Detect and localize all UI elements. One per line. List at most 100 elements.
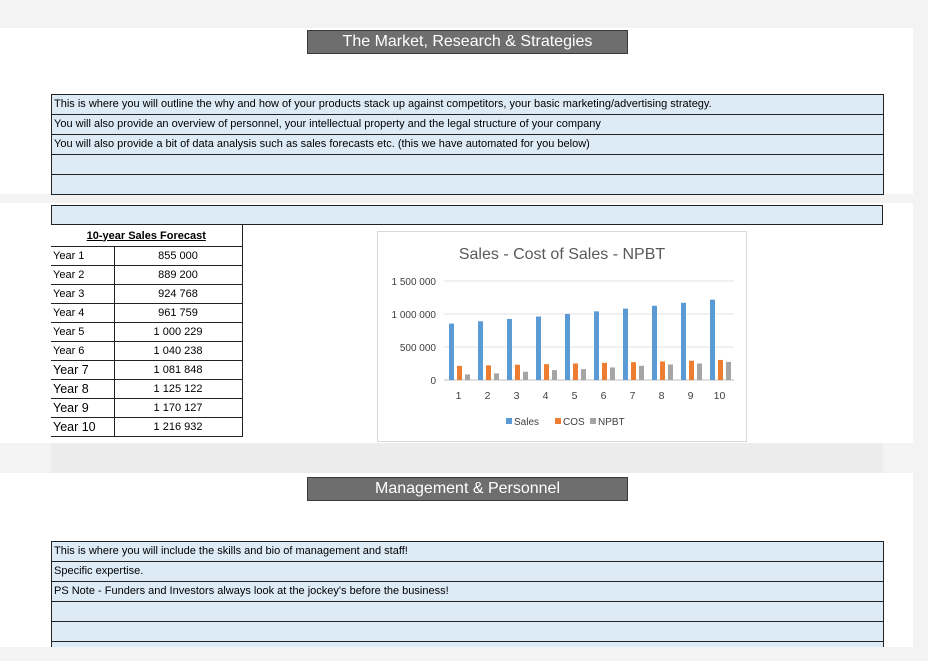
bar-sales <box>565 313 570 380</box>
y-tick-label: 0 <box>430 376 436 387</box>
year-label[interactable]: Year 4 <box>51 303 115 323</box>
y-tick-label: 1 000 000 <box>392 310 437 321</box>
bar-sales <box>623 308 628 380</box>
bar-sales <box>507 318 512 380</box>
management-note-row[interactable]: This is where you will include the skill… <box>52 542 883 562</box>
table-row: Year 71 081 848 <box>51 360 243 380</box>
sales-forecast-table: 10-year Sales Forecast Year 1 855 000 Yea… <box>51 225 243 437</box>
year-label[interactable]: Year 10 <box>51 417 115 437</box>
bar-sales <box>478 321 483 380</box>
market-note-row[interactable]: You will also provide an overview of per… <box>52 115 883 135</box>
forecast-value[interactable]: 1 040 238 <box>113 341 243 361</box>
y-tick-label: 500 000 <box>400 343 437 354</box>
table-row: Year 61 040 238 <box>51 341 243 361</box>
year-label[interactable]: Year 8 <box>51 379 115 399</box>
x-tick-label: 5 <box>572 390 578 402</box>
bar-sales <box>536 316 541 380</box>
year-label[interactable]: Year 9 <box>51 398 115 418</box>
table-row: Year 2 889 200 <box>51 265 243 285</box>
x-tick-label: 1 <box>456 390 462 402</box>
bar-cos <box>544 364 549 380</box>
section-title-management: Management & Personnel <box>307 477 628 501</box>
forecast-value[interactable]: 1 125 122 <box>113 379 243 399</box>
bar-cos <box>660 361 665 380</box>
legend-label: NPBT <box>598 417 625 428</box>
bar-cos <box>602 362 607 380</box>
bar-npbt <box>668 364 673 380</box>
forecast-header: 10-year Sales Forecast <box>51 225 243 247</box>
year-label[interactable]: Year 7 <box>51 360 115 380</box>
forecast-value[interactable]: 1 000 229 <box>113 322 243 342</box>
market-notes-box: This is where you will outline the why a… <box>51 94 884 195</box>
sales-chart-svg: Sales - Cost of Sales - NPBT 0 500 000 1 0… <box>392 246 734 428</box>
forecast-value[interactable]: 1 216 932 <box>113 417 243 437</box>
x-tick-label: 8 <box>659 390 665 402</box>
forecast-value[interactable]: 855 000 <box>113 246 243 266</box>
year-label[interactable]: Year 5 <box>51 322 115 342</box>
bar-npbt <box>639 365 644 380</box>
market-note-row[interactable] <box>52 175 883 195</box>
x-tick-label: 3 <box>514 390 520 402</box>
legend-swatch-sales <box>506 418 512 424</box>
market-note-row[interactable] <box>52 155 883 175</box>
bar-cos <box>515 364 520 380</box>
management-note-row[interactable] <box>52 622 883 642</box>
bar-npbt <box>610 367 615 380</box>
sales-chart[interactable]: Sales - Cost of Sales - NPBT 0 500 000 1 0… <box>377 231 747 442</box>
y-tick-label: 1 500 000 <box>392 277 437 288</box>
year-label[interactable]: Year 1 <box>51 246 115 266</box>
forecast-value[interactable]: 924 768 <box>113 284 243 304</box>
legend-swatch-npbt <box>590 418 596 424</box>
x-tick-label: 10 <box>714 390 726 402</box>
bar-npbt <box>465 374 470 380</box>
market-note-row[interactable]: You will also provide a bit of data anal… <box>52 135 883 155</box>
bar-cos <box>457 365 462 380</box>
bar-npbt <box>697 363 702 380</box>
forecast-value[interactable]: 961 759 <box>113 303 243 323</box>
table-row: Year 91 170 127 <box>51 398 243 418</box>
section-title-market: The Market, Research & Strategies <box>307 30 628 54</box>
table-row: Year 1 855 000 <box>51 246 243 266</box>
chart-title: Sales - Cost of Sales - NPBT <box>459 246 666 263</box>
year-label[interactable]: Year 2 <box>51 265 115 285</box>
bar-npbt <box>726 361 731 380</box>
bar-sales <box>710 299 715 380</box>
forecast-value[interactable]: 1 081 848 <box>113 360 243 380</box>
management-note-row[interactable] <box>52 602 883 622</box>
bar-npbt <box>581 369 586 380</box>
legend-swatch-cos <box>555 418 561 424</box>
x-tick-label: 9 <box>688 390 694 402</box>
bar-cos <box>486 365 491 380</box>
table-row: Year 81 125 122 <box>51 379 243 399</box>
table-row: Year 4 961 759 <box>51 303 243 323</box>
legend-label: Sales <box>514 417 539 428</box>
x-tick-label: 4 <box>543 390 549 402</box>
market-note-row[interactable]: This is where you will outline the why a… <box>52 95 883 115</box>
bar-cos <box>631 362 636 380</box>
table-row: Year 51 000 229 <box>51 322 243 342</box>
year-label[interactable]: Year 6 <box>51 341 115 361</box>
bar-cos <box>718 359 723 380</box>
bar-cos <box>689 360 694 380</box>
x-tick-label: 7 <box>630 390 636 402</box>
sheet-gap <box>51 443 883 473</box>
bar-sales <box>652 305 657 380</box>
bar-sales <box>449 323 454 380</box>
table-row: Year 10 1 216 932 <box>51 417 243 437</box>
management-note-row[interactable]: Specific expertise. <box>52 562 883 582</box>
x-tick-label: 6 <box>601 390 607 402</box>
table-row: Year 3 924 768 <box>51 284 243 304</box>
forecast-value[interactable]: 889 200 <box>113 265 243 285</box>
management-notes-box: This is where you will include the skill… <box>51 541 884 647</box>
forecast-value[interactable]: 1 170 127 <box>113 398 243 418</box>
legend-label: COS <box>563 417 585 428</box>
x-tick-label: 2 <box>485 390 491 402</box>
bar-npbt <box>494 373 499 380</box>
bar-cos <box>573 363 578 380</box>
year-label[interactable]: Year 3 <box>51 284 115 304</box>
bar-sales <box>594 311 599 380</box>
bar-npbt <box>523 371 528 380</box>
bar-sales <box>681 302 686 380</box>
management-note-row[interactable]: PS Note - Funders and Investors always l… <box>52 582 883 602</box>
forecast-blue-bar <box>51 205 883 225</box>
